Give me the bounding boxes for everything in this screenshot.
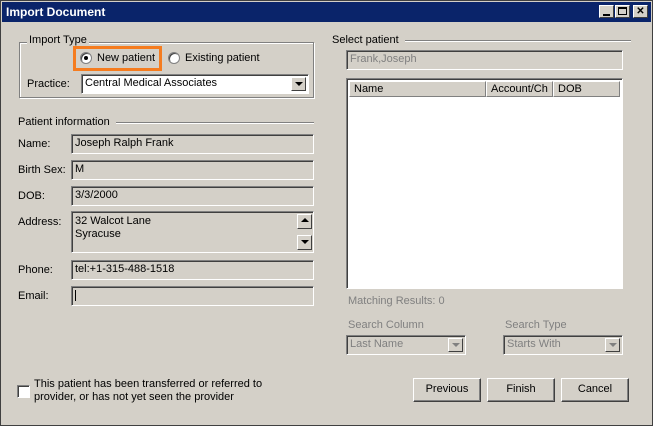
transferred-label[interactable]: This patient has been transferred or ref… — [34, 378, 262, 404]
phone-field[interactable]: tel:+1-315-488-1518 — [71, 260, 314, 280]
address-line-1: 32 Walcot Lane — [75, 215, 152, 227]
chevron-down-icon — [609, 343, 617, 347]
select-patient-divider — [405, 40, 631, 42]
dob-label: DOB: — [18, 190, 45, 202]
new-patient-radio[interactable] — [80, 52, 92, 64]
address-field[interactable]: 32 Walcot Lane Syracuse — [71, 211, 314, 253]
existing-patient-radio[interactable] — [168, 52, 180, 64]
scroll-down-icon — [301, 240, 309, 244]
import-document-dialog: Import Document ✕ Import Type New patien… — [0, 0, 653, 426]
patient-info-divider — [116, 122, 314, 124]
maximize-button[interactable] — [615, 5, 630, 18]
column-header-account[interactable]: Account/Ch — [486, 81, 553, 97]
search-column-value: Last Name — [350, 338, 404, 350]
import-type-label: Import Type — [27, 34, 89, 46]
title-bar[interactable]: Import Document ✕ — [2, 2, 651, 22]
patient-search-field[interactable]: Frank,Joseph — [346, 50, 623, 70]
transferred-label-line-2: provider, or has not yet seen the provid… — [34, 391, 234, 403]
search-column-label: Search Column — [348, 319, 424, 331]
transferred-checkbox[interactable] — [17, 385, 30, 398]
minimize-icon — [603, 14, 610, 16]
search-column-dropdown[interactable]: Last Name — [346, 335, 466, 355]
new-patient-label[interactable]: New patient — [97, 52, 155, 64]
chevron-down-icon — [452, 343, 460, 347]
window-title: Import Document — [6, 5, 106, 19]
birth-sex-label: Birth Sex: — [18, 164, 66, 176]
address-scroll-up[interactable] — [297, 214, 312, 229]
scroll-up-icon — [301, 218, 309, 222]
patient-results-list[interactable]: Name Account/Ch DOB — [346, 78, 623, 289]
phone-label: Phone: — [18, 264, 53, 276]
search-type-label: Search Type — [505, 319, 567, 331]
address-scroll-down[interactable] — [297, 235, 312, 250]
dob-field[interactable]: 3/3/2000 — [71, 186, 314, 206]
chevron-down-icon — [295, 82, 303, 86]
previous-button[interactable]: Previous — [413, 378, 481, 402]
practice-dropdown[interactable]: Central Medical Associates — [81, 74, 309, 94]
transferred-label-line-1: This patient has been transferred or ref… — [34, 378, 263, 390]
close-icon: ✕ — [636, 6, 645, 17]
search-type-dropdown[interactable]: Starts With — [503, 335, 623, 355]
search-column-dropdown-button[interactable] — [448, 338, 463, 352]
practice-dropdown-button[interactable] — [291, 77, 306, 91]
select-patient-heading: Select patient — [332, 34, 399, 46]
cancel-button[interactable]: Cancel — [561, 378, 629, 402]
existing-patient-label[interactable]: Existing patient — [185, 52, 260, 64]
minimize-button[interactable] — [599, 5, 614, 18]
column-header-name[interactable]: Name — [349, 81, 486, 97]
patient-info-heading: Patient information — [18, 116, 110, 128]
text-cursor — [75, 290, 76, 301]
birth-sex-field[interactable]: M — [71, 160, 314, 180]
practice-value: Central Medical Associates — [85, 77, 218, 89]
address-line-2: Syracuse — [75, 228, 121, 240]
search-type-value: Starts With — [507, 338, 561, 350]
address-label: Address: — [18, 216, 62, 228]
email-field[interactable] — [71, 286, 314, 306]
maximize-icon — [618, 7, 627, 15]
email-label: Email: — [18, 290, 49, 302]
column-header-dob[interactable]: DOB — [553, 81, 620, 97]
matching-results-count: Matching Results: 0 — [348, 295, 445, 307]
name-field[interactable]: Joseph Ralph Frank — [71, 134, 314, 154]
close-button[interactable]: ✕ — [633, 5, 648, 18]
search-type-dropdown-button[interactable] — [605, 338, 620, 352]
name-label: Name: — [18, 138, 51, 150]
practice-label: Practice: — [27, 78, 70, 90]
finish-button[interactable]: Finish — [487, 378, 555, 402]
